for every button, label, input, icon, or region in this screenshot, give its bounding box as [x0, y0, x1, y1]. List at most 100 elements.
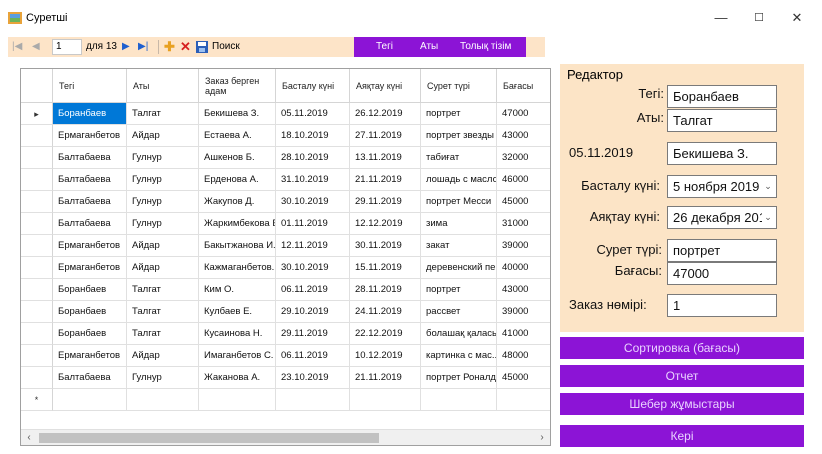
- table-cell[interactable]: Гулнур: [127, 191, 199, 213]
- table-cell[interactable]: 12.11.2019: [276, 235, 350, 257]
- table-row[interactable]: Ермаганбетов Айдар Имаганбетов С. 06.11.201…: [21, 345, 550, 367]
- table-cell[interactable]: портрет: [421, 279, 497, 301]
- table-cell[interactable]: 45000: [497, 191, 550, 213]
- table-cell[interactable]: портрет: [421, 103, 497, 125]
- table-cell[interactable]: 26.12.2019: [350, 103, 421, 125]
- move-first-icon[interactable]: |◀: [12, 37, 22, 57]
- horizontal-scrollbar[interactable]: ‹ ›: [21, 429, 550, 445]
- column-header-col-name[interactable]: Аты: [127, 69, 199, 103]
- scroll-left-icon[interactable]: ‹: [21, 430, 37, 445]
- row-header[interactable]: [21, 257, 53, 279]
- table-cell[interactable]: 22.12.2019: [350, 323, 421, 345]
- move-previous-icon[interactable]: ◀: [32, 37, 40, 57]
- column-header-col-surname[interactable]: Тегі: [53, 69, 127, 103]
- table-cell[interactable]: Имаганбетов С.: [199, 345, 276, 367]
- data-grid[interactable]: Тегі Аты Заказ берген адам Басталу күні Аяқт…: [20, 68, 551, 446]
- table-cell[interactable]: 05.11.2019: [276, 103, 350, 125]
- table-cell[interactable]: Ермаганбетов: [53, 257, 127, 279]
- table-cell[interactable]: 23.10.2019: [276, 367, 350, 389]
- maximize-button[interactable]: ☐: [744, 6, 774, 30]
- table-cell[interactable]: 30.10.2019: [276, 257, 350, 279]
- report-button[interactable]: Отчет: [560, 365, 804, 387]
- table-cell[interactable]: [350, 389, 421, 411]
- table-cell[interactable]: 47000: [497, 103, 550, 125]
- row-header[interactable]: [21, 301, 53, 323]
- table-cell[interactable]: Гулнур: [127, 213, 199, 235]
- add-icon[interactable]: ✚: [164, 37, 175, 57]
- table-cell[interactable]: Талгат: [127, 279, 199, 301]
- table-cell[interactable]: 21.11.2019: [350, 169, 421, 191]
- column-header-col-customer[interactable]: Заказ берген адам: [199, 69, 276, 103]
- table-row[interactable]: ▸ Боранбаев Талгат Бекишева З. 05.11.2019 26.…: [21, 103, 550, 125]
- table-row[interactable]: Ермаганбетов Айдар Кажмаганбетов... 30.10.2…: [21, 257, 550, 279]
- table-cell[interactable]: 31.10.2019: [276, 169, 350, 191]
- row-header[interactable]: [21, 147, 53, 169]
- table-cell[interactable]: Айдар: [127, 345, 199, 367]
- row-header[interactable]: [21, 279, 53, 301]
- table-cell[interactable]: 12.12.2019: [350, 213, 421, 235]
- table-cell[interactable]: Боранбаев: [53, 279, 127, 301]
- table-row[interactable]: Балтабаева Гулнур Ашкенов Б. 28.10.2019 13.1…: [21, 147, 550, 169]
- search-label[interactable]: Поиск: [212, 37, 240, 57]
- price-field[interactable]: 47000: [667, 262, 777, 285]
- table-cell[interactable]: Кажмаганбетов...: [199, 257, 276, 279]
- table-cell[interactable]: 29.11.2019: [350, 191, 421, 213]
- chevron-down-icon[interactable]: ⌄: [762, 176, 774, 197]
- table-cell[interactable]: [199, 389, 276, 411]
- grid-corner-header[interactable]: [21, 69, 53, 103]
- table-cell[interactable]: портрет Роналду: [421, 367, 497, 389]
- start-date-picker[interactable]: 5 ноября 2019 ⌄: [667, 175, 777, 198]
- table-row[interactable]: Балтабаева Гулнур Жакупов Д. 30.10.2019 29.1…: [21, 191, 550, 213]
- table-cell[interactable]: Бекишева З.: [199, 103, 276, 125]
- row-header[interactable]: [21, 169, 53, 191]
- minimize-button[interactable]: —: [706, 6, 736, 30]
- table-cell[interactable]: Боранбаев: [53, 103, 127, 125]
- table-cell[interactable]: 29.10.2019: [276, 301, 350, 323]
- table-cell[interactable]: Балтабаева: [53, 367, 127, 389]
- table-cell[interactable]: 27.11.2019: [350, 125, 421, 147]
- table-cell[interactable]: 28.11.2019: [350, 279, 421, 301]
- table-row[interactable]: Боранбаев Талгат Кулбаев Е. 29.10.2019 24.11…: [21, 301, 550, 323]
- table-cell[interactable]: Боранбаев: [53, 301, 127, 323]
- table-cell[interactable]: Ашкенов Б.: [199, 147, 276, 169]
- table-cell[interactable]: Гулнур: [127, 169, 199, 191]
- table-cell[interactable]: Ермаганбетов: [53, 235, 127, 257]
- row-header[interactable]: [21, 191, 53, 213]
- table-cell[interactable]: 21.11.2019: [350, 367, 421, 389]
- column-header-col-end-date[interactable]: Аяқтау күні: [350, 69, 421, 103]
- table-cell[interactable]: 24.11.2019: [350, 301, 421, 323]
- table-cell[interactable]: 06.11.2019: [276, 345, 350, 367]
- delete-icon[interactable]: ✕: [180, 37, 191, 57]
- row-header[interactable]: [21, 345, 53, 367]
- table-cell[interactable]: 32000: [497, 147, 550, 169]
- table-cell[interactable]: зима: [421, 213, 497, 235]
- table-cell[interactable]: Ерденова А.: [199, 169, 276, 191]
- table-cell[interactable]: Балтабаева: [53, 169, 127, 191]
- table-cell[interactable]: Талгат: [127, 301, 199, 323]
- table-cell[interactable]: 28.10.2019: [276, 147, 350, 169]
- table-cell[interactable]: Балтабаева: [53, 147, 127, 169]
- table-cell[interactable]: рассвет: [421, 301, 497, 323]
- column-header-col-start-date[interactable]: Басталу күні: [276, 69, 350, 103]
- table-cell[interactable]: Айдар: [127, 235, 199, 257]
- table-cell[interactable]: Жакупов Д.: [199, 191, 276, 213]
- table-cell[interactable]: 46000: [497, 169, 550, 191]
- chevron-down-icon[interactable]: ⌄: [762, 207, 774, 228]
- row-header[interactable]: [21, 367, 53, 389]
- table-cell[interactable]: 43000: [497, 125, 550, 147]
- table-row[interactable]: Ермаганбетов Айдар Бакытжанова И. 12.11.201…: [21, 235, 550, 257]
- table-row[interactable]: Боранбаев Талгат Ким О. 06.11.2019 28.11.201…: [21, 279, 550, 301]
- table-cell[interactable]: портрет звезды: [421, 125, 497, 147]
- table-cell[interactable]: 01.11.2019: [276, 213, 350, 235]
- table-cell[interactable]: [421, 389, 497, 411]
- table-cell[interactable]: 06.11.2019: [276, 279, 350, 301]
- art-type-field[interactable]: портрет: [667, 239, 777, 262]
- save-icon[interactable]: [196, 41, 208, 53]
- table-cell[interactable]: Гулнур: [127, 147, 199, 169]
- table-row[interactable]: Ермаганбетов Айдар Естаева А. 18.10.2019 27.…: [21, 125, 550, 147]
- table-row[interactable]: Балтабаева Гулнур Жаркимбекова Б. 01.11.201…: [21, 213, 550, 235]
- row-header[interactable]: [21, 235, 53, 257]
- scroll-right-icon[interactable]: ›: [534, 430, 550, 445]
- sort-by-price-button[interactable]: Сортировка (бағасы): [560, 337, 804, 359]
- table-cell[interactable]: закат: [421, 235, 497, 257]
